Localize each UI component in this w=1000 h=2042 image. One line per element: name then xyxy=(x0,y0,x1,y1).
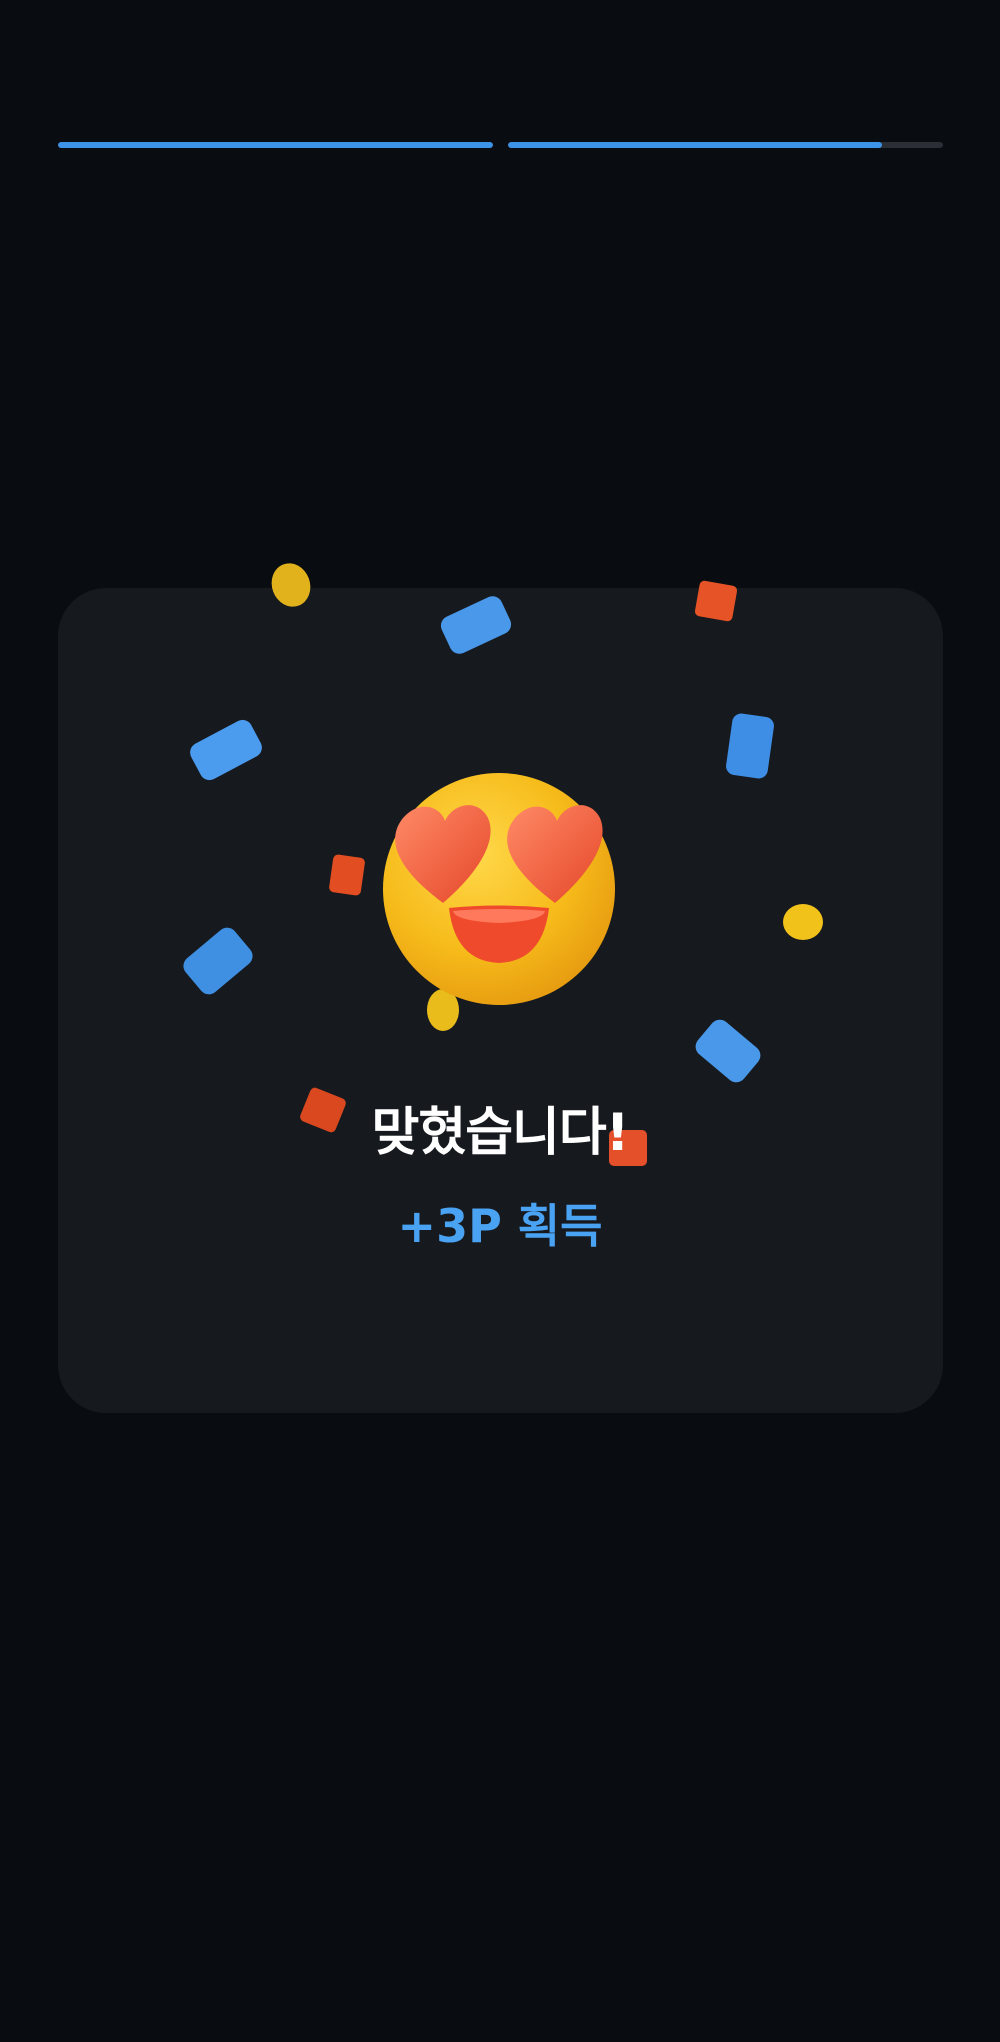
quiz-result-screen: 맞혔습니다! +3P 획득 xyxy=(0,0,1000,2042)
confetti-yellow-1 xyxy=(271,563,311,607)
confetti-yellow-2 xyxy=(783,904,823,940)
confetti-orange-1 xyxy=(694,580,738,622)
confetti-blue-1 xyxy=(440,596,512,654)
result-title: 맞혔습니다! xyxy=(371,1103,630,1163)
heart-eyes-emoji-icon xyxy=(383,773,615,1005)
confetti-blue-3 xyxy=(726,713,774,779)
confetti-blue-5 xyxy=(695,1019,761,1083)
confetti-orange-2 xyxy=(329,854,365,896)
confetti-blue-2 xyxy=(190,719,262,781)
confetti-layer xyxy=(183,563,823,1166)
reward-points: +3P 획득 xyxy=(397,1199,603,1253)
confetti-blue-4 xyxy=(183,927,253,995)
